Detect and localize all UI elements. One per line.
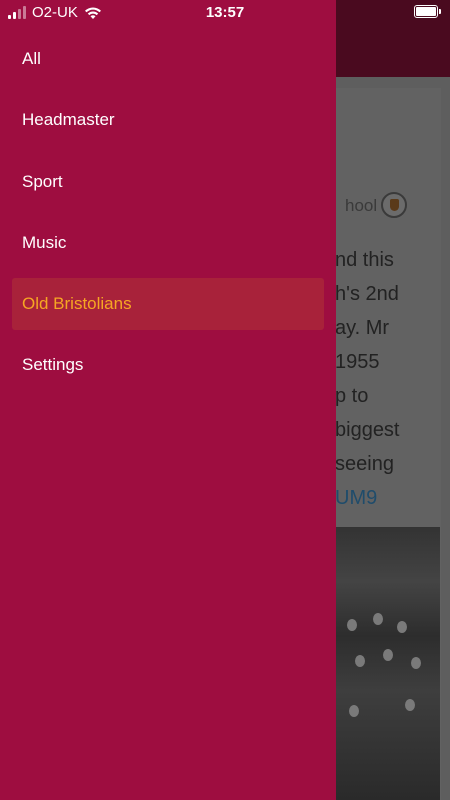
tweet-line: h's 2nd	[335, 283, 399, 305]
navigation-drawer: All Headmaster Sport Music Old Bristolia…	[0, 0, 336, 800]
photo-detail	[373, 613, 383, 625]
school-crest-icon	[381, 192, 407, 218]
photo-detail	[397, 621, 407, 633]
tweet-author-name: hool	[345, 196, 378, 215]
photo-detail	[347, 619, 357, 631]
photo-detail	[355, 655, 365, 667]
drawer-item-sport[interactable]: Sport	[12, 156, 324, 208]
drawer-item-label: Sport	[22, 172, 63, 191]
drawer-item-label: Old Bristolians	[22, 294, 132, 313]
photo-detail	[411, 657, 421, 669]
status-bar: O2-UK 13:57	[0, 0, 450, 26]
tweet-line: nd this	[335, 249, 394, 271]
tweet-link[interactable]: UM9	[335, 481, 400, 515]
photo-detail	[405, 699, 415, 711]
tweet-line: p to	[335, 385, 369, 407]
tweet-line: 1955	[335, 351, 380, 373]
drawer-item-label: Settings	[22, 355, 84, 374]
tweet-line: biggest	[335, 419, 400, 441]
photo-detail	[383, 649, 393, 661]
tweet-text: nd this h's 2nd ay. Mr 1955 p to biggest…	[335, 243, 400, 515]
drawer-item-label: All	[22, 49, 41, 68]
drawer-item-headmaster[interactable]: Headmaster	[12, 94, 324, 146]
drawer-item-all[interactable]: All	[12, 33, 324, 85]
drawer-item-label: Music	[22, 233, 67, 252]
drawer-item-music[interactable]: Music	[12, 217, 324, 269]
drawer-item-old-bristolians[interactable]: Old Bristolians	[12, 278, 324, 330]
tweet-photo[interactable]	[335, 527, 440, 800]
tweet-line: seeing	[335, 453, 394, 475]
battery-icon	[414, 5, 441, 18]
status-time: 13:57	[205, 4, 245, 21]
drawer-item-label: Headmaster	[22, 110, 115, 129]
drawer-item-settings[interactable]: Settings	[12, 339, 324, 391]
tweet-line: ay. Mr	[335, 317, 390, 339]
photo-detail	[349, 705, 359, 717]
